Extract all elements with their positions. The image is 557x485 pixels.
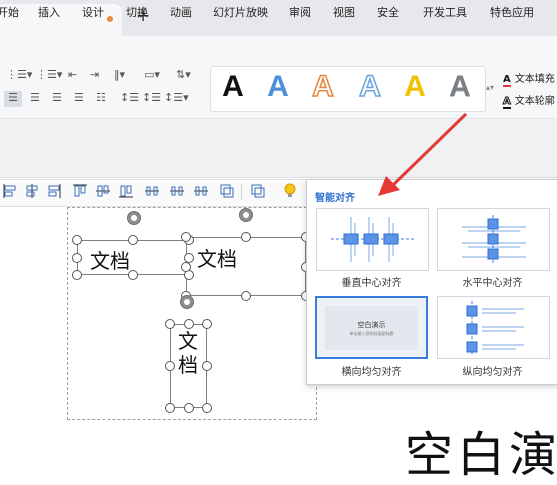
justify-icon[interactable]: ☰	[74, 91, 84, 104]
align-bottom-icon[interactable]	[118, 183, 134, 199]
text-outline-label: 文本轮廓	[514, 96, 555, 107]
text-box-3-resize-handle[interactable]	[183, 319, 194, 329]
menu-item-developer[interactable]: 开发工具	[423, 4, 467, 20]
menu-item-slideshow[interactable]: 幻灯片放映	[213, 4, 268, 20]
menu-item-features[interactable]: 特色应用	[490, 4, 534, 20]
distribute-vertical-thumb-icon	[466, 301, 524, 355]
text-box-3-resize-handle[interactable]	[202, 361, 212, 371]
rotate-handle-icon[interactable]	[127, 211, 141, 225]
text-direction-icon[interactable]: ⇅▾	[176, 68, 191, 81]
text-box-2-resize-handle[interactable]	[181, 261, 191, 272]
align-left-icon[interactable]	[2, 183, 18, 199]
slide-thumb-subtitle: 单击输入您的封面副标题	[349, 331, 394, 336]
text-box-3-resize-handle[interactable]	[202, 319, 212, 329]
text-outline-button[interactable]: A 文本轮廓	[503, 92, 555, 109]
menu-item-animation[interactable]: 动画	[170, 4, 192, 20]
ribbon-spacer	[0, 119, 557, 178]
rotate-handle-icon[interactable]	[239, 208, 253, 222]
spacing-dropdown-icon[interactable]: ↕☰▾	[164, 91, 189, 104]
distribute-icon[interactable]: ☷	[96, 91, 106, 104]
menu-bar	[0, 36, 557, 60]
text-box-1-resize-handle[interactable]	[72, 270, 82, 280]
text-box-2-text: 文档	[197, 247, 237, 271]
slide-title-text: 空白演	[405, 427, 557, 483]
option-vertical-center[interactable]	[316, 208, 429, 271]
text-box-2-resize-handle[interactable]	[181, 232, 191, 242]
slide-thumb-title: 空白演示	[357, 321, 386, 329]
align-spacing-icon[interactable]	[193, 183, 209, 199]
decrease-indent-icon[interactable]: ⇤	[68, 68, 77, 81]
text-box-1-resize-handle[interactable]	[128, 270, 138, 280]
text-box-3-resize-handle[interactable]	[165, 361, 175, 371]
align-right-icon[interactable]	[46, 183, 62, 199]
numbered-list-icon[interactable]: ⋮☰▾	[36, 68, 62, 81]
menu-item-design[interactable]: 设计	[82, 4, 104, 20]
align-top-icon[interactable]	[72, 183, 88, 199]
wordart-style-3[interactable]: A	[308, 69, 338, 104]
align-right-icon[interactable]: ☰	[52, 91, 62, 104]
wordart-style-1[interactable]: A	[218, 70, 248, 104]
text-box-1-resize-handle[interactable]	[184, 270, 194, 280]
text-box-3-resize-handle[interactable]	[202, 403, 212, 413]
line-spacing-icon[interactable]: ↕☰	[120, 91, 139, 104]
toolbar-separator	[241, 184, 242, 200]
gallery-scroll-icon[interactable]: ▴▾	[485, 66, 495, 110]
label-distribute-vertical: 纵向均匀对齐	[462, 367, 523, 378]
text-fill-button[interactable]: A 文本填充	[503, 70, 555, 87]
option-distribute-horizontal[interactable]: 空白演示 单击输入您的封面副标题	[315, 296, 428, 359]
paragraph-spacing-icon[interactable]: ↕☰	[142, 91, 161, 104]
wordart-style-5[interactable]: A	[400, 70, 430, 104]
text-box-align-icon[interactable]: ▭▾	[144, 68, 160, 81]
menu-item-home[interactable]: 开始	[0, 4, 19, 20]
columns-icon[interactable]: ‖▾	[114, 68, 125, 81]
distribute-v-icon[interactable]	[169, 183, 185, 199]
align-left-icon[interactable]: ☰	[4, 91, 22, 107]
text-box-2-resize-handle[interactable]	[241, 291, 251, 301]
text-box-3-resize-handle[interactable]	[165, 403, 175, 413]
menu-item-insert[interactable]: 插入	[38, 4, 60, 20]
slide-thumb: 空白演示 单击输入您的封面副标题	[325, 306, 418, 350]
align-center-h-icon[interactable]	[24, 183, 40, 199]
label-distribute-horizontal: 横向均匀对齐	[341, 367, 402, 378]
option-horizontal-center[interactable]	[437, 208, 550, 271]
option-distribute-vertical[interactable]	[437, 296, 550, 359]
text-fill-icon: A	[503, 74, 511, 87]
increase-indent-icon[interactable]: ⇥	[90, 68, 99, 81]
rotate-handle-icon[interactable]	[180, 295, 194, 309]
menu-item-review[interactable]: 审阅	[289, 4, 311, 20]
unsaved-dot-icon	[107, 16, 113, 22]
text-box-2[interactable]: 文档	[186, 237, 306, 296]
wordart-style-6[interactable]: A	[445, 70, 475, 104]
text-box-2-resize-handle[interactable]	[241, 232, 251, 242]
annotation-arrow-icon	[378, 112, 468, 196]
menu-item-security[interactable]: 安全	[377, 4, 399, 20]
menu-item-view[interactable]: 视图	[333, 4, 355, 20]
same-size-icon[interactable]	[219, 183, 235, 199]
horizontal-center-thumb-icon	[462, 215, 526, 265]
wordart-style-2[interactable]: A	[263, 70, 293, 104]
menu-item-transition[interactable]: 切换	[126, 4, 148, 20]
text-box-1-resize-handle[interactable]	[72, 252, 82, 263]
label-vertical-center: 垂直中心对齐	[341, 278, 402, 289]
distribute-h-icon[interactable]	[144, 183, 160, 199]
align-middle-v-icon[interactable]	[95, 183, 111, 199]
label-horizontal-center: 水平中心对齐	[462, 278, 523, 289]
bullet-list-icon[interactable]: ⋮☰▾	[6, 68, 32, 81]
text-box-3-resize-handle[interactable]	[165, 319, 175, 329]
bulb-icon[interactable]	[282, 183, 298, 199]
text-box-3-resize-handle[interactable]	[183, 403, 194, 413]
text-box-1-resize-handle[interactable]	[72, 235, 82, 245]
text-box-1-text: 文档	[90, 249, 130, 273]
text-box-3-text: 文 档	[178, 329, 198, 377]
vertical-center-thumb-icon	[331, 217, 415, 262]
text-fill-label: 文本填充	[514, 74, 555, 85]
align-center-icon[interactable]: ☰	[30, 91, 40, 104]
text-box-1-resize-handle[interactable]	[128, 235, 138, 245]
smart-align-title: 智能对齐	[315, 193, 355, 204]
wordart-style-4[interactable]: A	[355, 69, 385, 104]
group-icon[interactable]	[250, 183, 266, 199]
text-outline-icon: A	[503, 96, 511, 109]
